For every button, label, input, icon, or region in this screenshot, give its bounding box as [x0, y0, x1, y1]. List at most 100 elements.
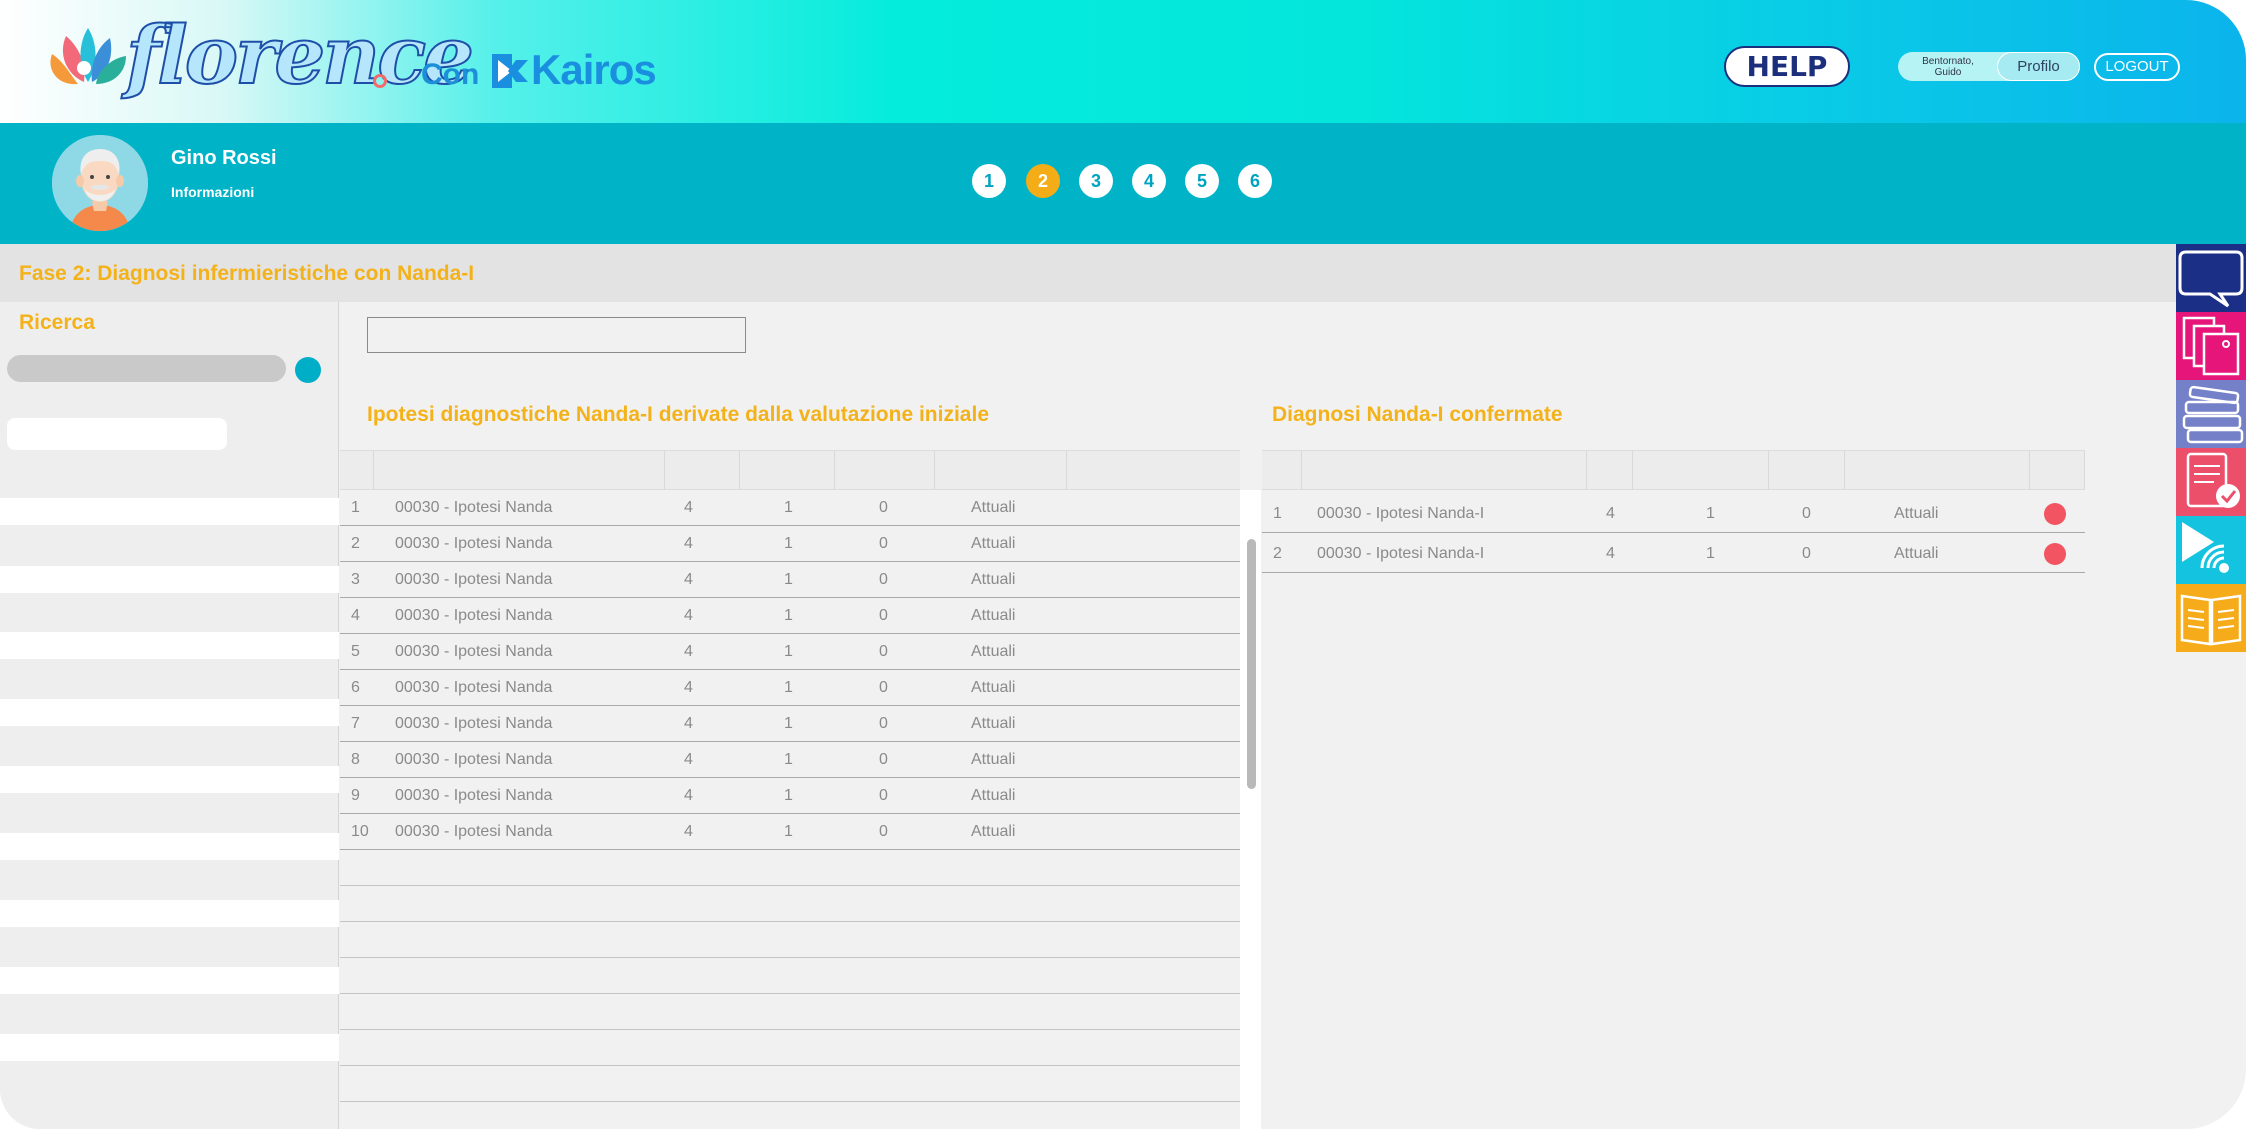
cell-value-b: 1: [784, 787, 793, 804]
table-row[interactable]: 2 00030 - Ipotesi Nanda 4 1 0 Attuali: [340, 526, 1240, 562]
media-play-icon: [2182, 522, 2229, 573]
table-row[interactable]: 9 00030 - Ipotesi Nanda 4 1 0 Attuali: [340, 778, 1240, 814]
remove-diagnosis-button[interactable]: [2044, 543, 2066, 565]
cell-value-b: 1: [1706, 505, 1715, 522]
status-cell: Attuali: [971, 823, 1016, 840]
header-cell: [1586, 451, 1632, 490]
table-row[interactable]: 4 00030 - Ipotesi Nanda 4 1 0 Attuali: [340, 598, 1240, 634]
profile-button[interactable]: Profilo: [1997, 52, 2080, 81]
cell-value-a: 4: [684, 643, 693, 660]
table-row[interactable]: 5 00030 - Ipotesi Nanda 4 1 0 Attuali: [340, 634, 1240, 670]
table-row[interactable]: 7 00030 - Ipotesi Nanda 4 1 0 Attuali: [340, 706, 1240, 742]
patient-info-link[interactable]: Informazioni: [171, 184, 254, 200]
result-item[interactable]: [0, 699, 339, 726]
status-cell: Attuali: [971, 643, 1016, 660]
header-cell: [1844, 451, 2029, 490]
patient-avatar[interactable]: [52, 135, 148, 231]
search-button[interactable]: [295, 357, 321, 383]
tool-media[interactable]: [2176, 516, 2246, 584]
search-input[interactable]: [7, 355, 286, 382]
row-number: 9: [351, 787, 360, 804]
table-row[interactable]: 1 00030 - Ipotesi Nanda 4 1 0 Attuali: [340, 490, 1240, 526]
status-cell: Attuali: [971, 715, 1016, 732]
confirmed-title: Diagnosi Nanda-I confermate: [1272, 403, 1563, 426]
result-item[interactable]: [0, 833, 339, 860]
header-cell: [1301, 451, 1586, 490]
open-book-icon: [2180, 594, 2242, 646]
diagnosis-filter-input[interactable]: [367, 317, 746, 353]
diagnosis-label: 00030 - Ipotesi Nanda: [395, 499, 553, 516]
documents-icon: [2182, 316, 2240, 376]
status-cell: Attuali: [971, 751, 1016, 768]
cell-value-c: 0: [879, 643, 888, 660]
cell-value-c: 0: [1802, 545, 1811, 562]
help-button[interactable]: HELP: [1724, 46, 1850, 87]
diagnosis-label: 00030 - Ipotesi Nanda: [395, 787, 553, 804]
row-number: 2: [1273, 545, 1282, 562]
hypotheses-title: Ipotesi diagnostiche Nanda-I derivate da…: [367, 403, 989, 426]
diagnosis-label: 00030 - Ipotesi Nanda: [395, 535, 553, 552]
step-6[interactable]: 6: [1238, 164, 1272, 198]
tool-documents[interactable]: [2176, 312, 2246, 380]
table-row[interactable]: 3 00030 - Ipotesi Nanda 4 1 0 Attuali: [340, 562, 1240, 598]
cell-value-b: 1: [1706, 545, 1715, 562]
cell-value-a: 4: [684, 679, 693, 696]
cell-value-b: 1: [784, 643, 793, 660]
elderly-man-icon: [52, 135, 148, 231]
status-cell: Attuali: [1894, 505, 1939, 522]
row-number: 1: [1273, 505, 1282, 522]
step-1[interactable]: 1: [972, 164, 1006, 198]
logo-dot: [373, 74, 387, 88]
phase-bar: Fase 2: Diagnosi infermieristiche con Na…: [0, 244, 2176, 302]
table-header: [1262, 450, 2085, 490]
empty-row: [340, 958, 1240, 994]
greeting-line: Bentornato,: [1922, 56, 1974, 67]
tool-manual[interactable]: [2176, 584, 2246, 652]
result-item[interactable]: [0, 632, 339, 659]
header-cell: [1768, 451, 1844, 490]
cell-value-c: 0: [879, 787, 888, 804]
result-item[interactable]: [0, 566, 339, 593]
row-number: 8: [351, 751, 360, 768]
step-3[interactable]: 3: [1079, 164, 1113, 198]
logout-button[interactable]: LOGOUT: [2094, 53, 2180, 81]
remove-diagnosis-button[interactable]: [2044, 503, 2066, 525]
table-row[interactable]: 6 00030 - Ipotesi Nanda 4 1 0 Attuali: [340, 670, 1240, 706]
search-panel: Ricerca: [0, 302, 339, 1129]
result-item[interactable]: [0, 1034, 339, 1061]
table-row[interactable]: 10 00030 - Ipotesi Nanda 4 1 0 Attuali: [340, 814, 1240, 850]
tool-report[interactable]: [2176, 448, 2246, 516]
result-item[interactable]: [0, 967, 339, 994]
scrollbar-thumb[interactable]: [1247, 539, 1256, 789]
user-greeting: Bentornato, Guido: [1898, 56, 1998, 78]
step-2-active[interactable]: 2: [1026, 164, 1060, 198]
empty-row: [340, 1030, 1240, 1066]
florence-logo-text: florence: [125, 7, 475, 103]
cell-value-c: 0: [879, 499, 888, 516]
result-item[interactable]: [0, 498, 339, 525]
empty-row: [340, 886, 1240, 922]
user-menu: Bentornato, Guido Profilo: [1898, 52, 2080, 81]
diagnosis-label: 00030 - Ipotesi Nanda-I: [1317, 505, 1485, 522]
header-cell: [834, 451, 934, 490]
cell-value-a: 4: [1606, 505, 1615, 522]
status-cell: Attuali: [971, 679, 1016, 696]
status-cell: Attuali: [1894, 545, 1939, 562]
step-5[interactable]: 5: [1185, 164, 1219, 198]
table-row[interactable]: 1 00030 - Ipotesi Nanda-I 4 1 0 Attuali: [1262, 493, 2085, 533]
step-4[interactable]: 4: [1132, 164, 1166, 198]
table-row[interactable]: 2 00030 - Ipotesi Nanda-I 4 1 0 Attuali: [1262, 533, 2085, 573]
cell-value-a: 4: [684, 607, 693, 624]
result-item[interactable]: [0, 900, 339, 927]
cell-value-c: 0: [879, 823, 888, 840]
tool-chat[interactable]: [2176, 244, 2246, 312]
result-item[interactable]: [0, 766, 339, 793]
kairos-logo-icon: [492, 54, 528, 88]
header-cell: [1632, 451, 1768, 490]
header-cell: [1066, 451, 1240, 490]
chat-icon: [2178, 250, 2244, 308]
tool-library[interactable]: [2176, 380, 2246, 448]
cell-value-a: 4: [1606, 545, 1615, 562]
table-row[interactable]: 8 00030 - Ipotesi Nanda 4 1 0 Attuali: [340, 742, 1240, 778]
search-filter-field[interactable]: [7, 418, 227, 450]
